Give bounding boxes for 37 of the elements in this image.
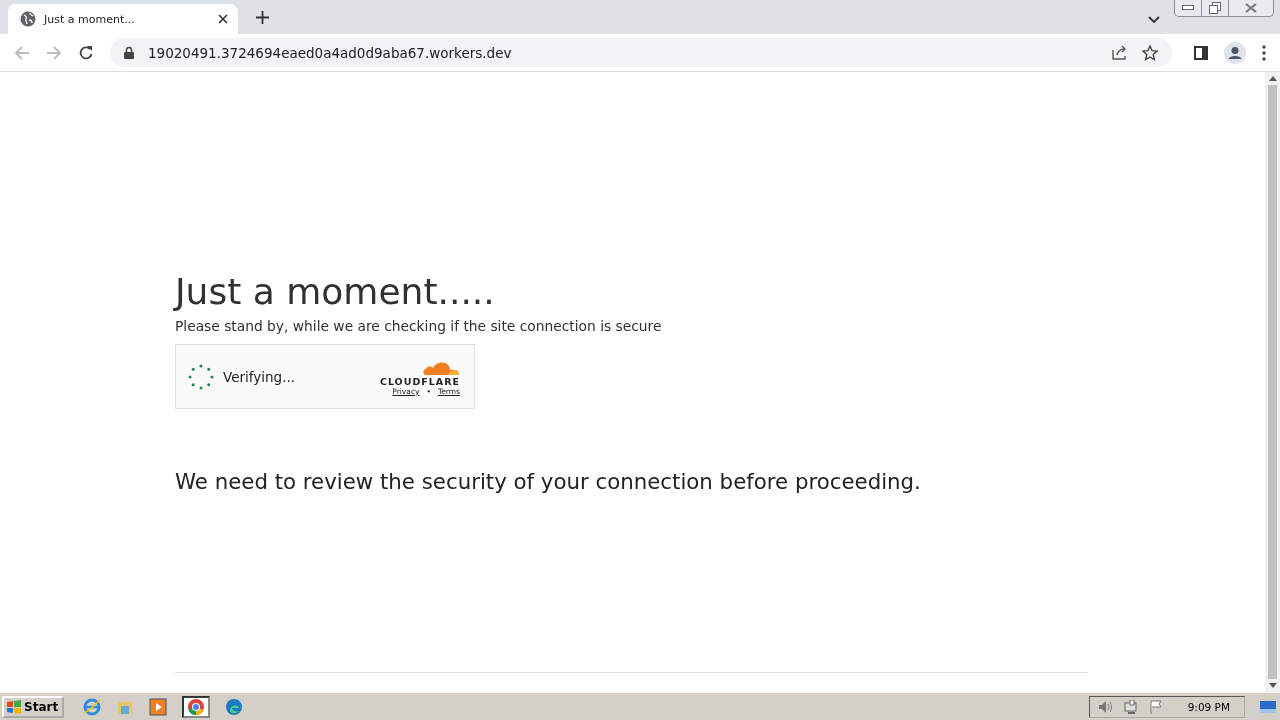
menu-icon[interactable] <box>1262 44 1266 61</box>
status-text: Verifying... <box>223 368 296 385</box>
chrome-taskbar-button[interactable] <box>182 695 211 718</box>
network-icon[interactable] <box>1123 699 1140 714</box>
star-icon[interactable] <box>1142 44 1158 61</box>
clock: 9:09 PM <box>1187 700 1230 713</box>
reload-icon[interactable] <box>78 44 94 61</box>
new-tab-icon[interactable] <box>256 11 269 24</box>
windows-logo-icon <box>6 699 22 714</box>
page-heading: Just a moment..... <box>175 270 496 314</box>
edge-icon[interactable] <box>225 697 244 716</box>
tab-title: Just a moment... <box>44 12 136 26</box>
show-desktop-icon[interactable] <box>1260 700 1276 713</box>
share-icon[interactable] <box>1112 45 1128 60</box>
url-text: 19020491.3724694eaed0a4ad0d9aba67.workers.dev <box>148 44 512 61</box>
flag-icon[interactable] <box>1149 699 1164 714</box>
side-panel-icon[interactable] <box>1194 45 1208 60</box>
security-message: We need to review the security of your connection before proceeding. <box>175 469 922 494</box>
start-button[interactable]: Start <box>2 695 65 718</box>
spinner-icon <box>187 362 215 391</box>
window-close-icon[interactable] <box>1245 3 1257 13</box>
profile-icon[interactable] <box>1224 41 1246 64</box>
close-icon[interactable] <box>218 14 228 24</box>
brand-name: CLOUDFLARE <box>379 375 460 387</box>
media-player-icon[interactable] <box>149 697 168 716</box>
browser-tab[interactable]: Just a moment... <box>8 4 238 34</box>
chevron-down-icon[interactable] <box>1148 16 1160 24</box>
globe-icon <box>20 11 36 27</box>
scroll-up-icon[interactable] <box>1268 76 1277 81</box>
lock-icon <box>124 46 134 59</box>
scrollbar[interactable] <box>1265 72 1280 692</box>
scroll-down-icon[interactable] <box>1268 683 1277 688</box>
page-subtitle: Please stand by, while we are checking if the site connection is secure <box>175 317 663 336</box>
address-bar[interactable]: 19020491.3724694eaed0a4ad0d9aba67.workers.dev <box>110 38 1172 67</box>
volume-icon[interactable] <box>1097 699 1114 714</box>
minimize-icon[interactable] <box>1182 5 1194 11</box>
restore-icon[interactable] <box>1209 2 1221 14</box>
